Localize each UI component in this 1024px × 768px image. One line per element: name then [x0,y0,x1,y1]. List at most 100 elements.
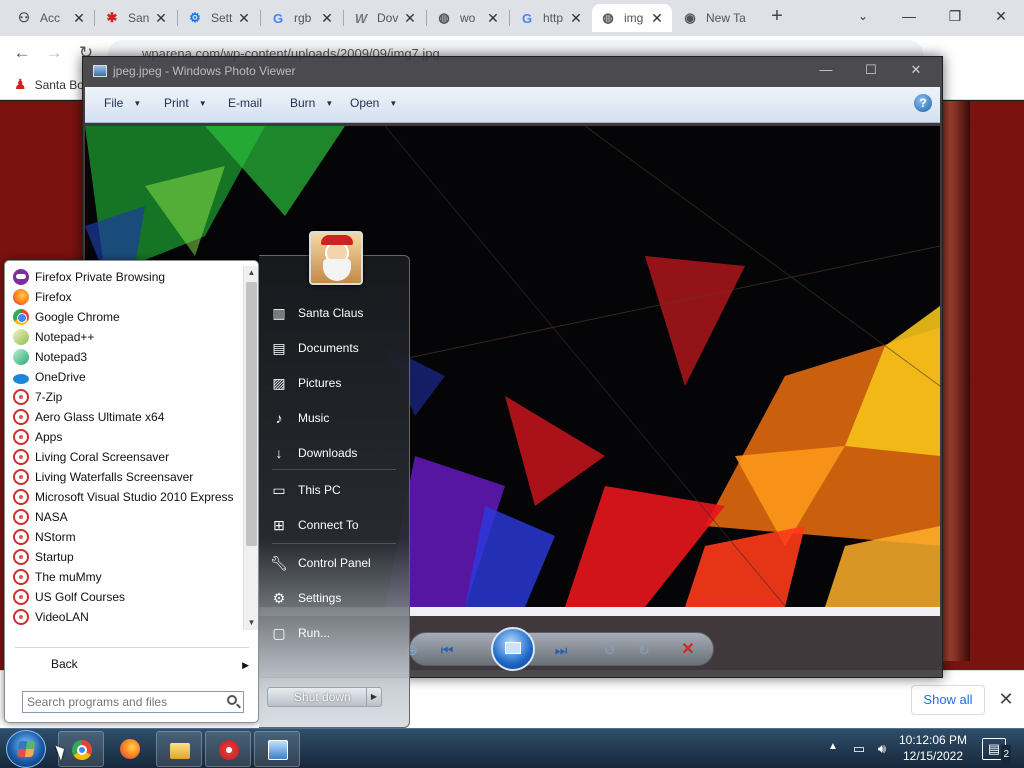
menu-file[interactable]: File ▼ [104,96,141,110]
scroll-down-icon[interactable]: ▼ [244,616,259,630]
tab-wordpress[interactable]: W Dov ✕ [345,4,425,32]
menu-email[interactable]: E-mail [228,96,262,110]
download-arrow-icon: ↓ [275,445,283,461]
link-settings[interactable]: ⚙ Settings [270,587,398,609]
link-music[interactable]: ♪ Music [270,407,398,429]
link-downloads[interactable]: ↓ Downloads [270,442,398,464]
tab-new-tab[interactable]: ◉ New Ta [674,4,760,32]
menu-print[interactable]: Print ▼ [164,96,207,110]
search-icon[interactable] [227,695,237,705]
pv-maximize-icon[interactable]: ☐ [855,61,887,79]
menu-burn[interactable]: Burn ▼ [290,96,333,110]
rotate-left-icon[interactable]: ↺ [600,641,620,659]
link-pictures[interactable]: ▨ Pictures [270,372,398,394]
minimize-icon[interactable]: — [886,4,932,30]
program-item[interactable]: Firefox [10,287,242,307]
program-item[interactable]: US Golf Courses [10,587,242,607]
rotate-right-icon[interactable]: ↻ [634,641,654,659]
program-item[interactable]: Startup [10,547,242,567]
taskbar-firefox[interactable] [107,731,153,767]
help-icon[interactable]: ? [914,94,932,112]
back-button[interactable]: Back ▶ [51,657,251,673]
next-icon[interactable]: ⏭ [551,641,571,659]
program-item[interactable]: The muMmy [10,567,242,587]
show-all-button[interactable]: Show all [911,685,985,715]
show-hidden-icons-icon[interactable]: ▲ [828,741,838,752]
notification-center-icon[interactable]: ▤ 2 [982,738,1011,765]
downloads-close-icon[interactable]: ✕ [996,689,1016,709]
tab-close-icon[interactable]: ✕ [320,10,334,27]
program-label: Notepad3 [35,350,88,364]
program-item[interactable]: Notepad3 [10,347,242,367]
program-item[interactable]: Firefox Private Browsing [10,267,242,287]
program-item[interactable]: Aero Glass Ultimate x64 [10,407,242,427]
tab-close-icon[interactable]: ✕ [237,10,251,27]
tab-globe[interactable]: ◍ wo ✕ [428,4,508,32]
program-item[interactable]: Living Coral Screensaver [10,447,242,467]
delete-icon[interactable]: ✕ [678,641,698,659]
tab-santa[interactable]: ✱ San ✕ [96,4,176,32]
avatar-hat [321,235,353,245]
tab-close-icon[interactable]: ✕ [154,10,168,27]
tab-close-icon[interactable]: ✕ [486,10,500,27]
tab-close-icon[interactable]: ✕ [569,10,583,27]
link-control-panel[interactable]: 🔧︎ Control Panel [270,552,398,574]
program-item[interactable]: Notepad++ [10,327,242,347]
link-santa-claus[interactable]: ▥ Santa Claus [270,302,398,324]
tab-rgb[interactable]: G rgb ✕ [262,4,342,32]
close-icon[interactable]: ✕ [978,4,1024,30]
volume-icon[interactable]: 🔊︎ [873,740,891,758]
program-item[interactable]: NStorm [10,527,242,547]
tab-close-icon[interactable]: ✕ [650,10,664,27]
program-item[interactable]: Living Waterfalls Screensaver [10,467,242,487]
link-connect-to[interactable]: ⊞ Connect To [270,514,398,536]
new-tab-plus-icon[interactable]: + [765,5,789,29]
scroll-up-icon[interactable]: ▲ [244,266,259,280]
program-item[interactable]: VideoLAN [10,607,242,627]
tab-close-icon[interactable]: ✕ [72,10,86,27]
tab-close-icon[interactable]: ✕ [403,10,417,27]
scroll-thumb[interactable] [246,282,257,546]
tab-separator [426,10,427,26]
shutdown-button[interactable]: Shut down [267,687,367,707]
back-arrow-icon[interactable]: ← [10,41,34,65]
tab-separator [343,10,344,26]
program-item[interactable]: Microsoft Visual Studio 2010 Express [10,487,242,507]
search-box[interactable] [22,691,244,713]
search-input[interactable] [23,692,213,712]
program-label: Notepad++ [35,330,95,344]
user-avatar[interactable] [309,231,363,285]
program-item[interactable]: Google Chrome [10,307,242,327]
system-clock[interactable]: 10:12:06 PM 12/15/2022 [893,732,973,764]
forward-arrow-icon[interactable]: → [42,41,66,65]
start-button[interactable] [6,730,46,768]
tab-img-active[interactable]: ◍ img ✕ [592,4,672,32]
program-item[interactable]: OneDrive [10,367,242,387]
tab-http[interactable]: G http ✕ [511,4,591,32]
menu-open[interactable]: Open ▼ [350,96,397,110]
slideshow-button[interactable] [491,627,535,671]
previous-icon[interactable]: ⏮ [437,641,457,659]
program-item[interactable]: NASA [10,507,242,527]
taskbar-flower-app[interactable] [205,731,251,767]
link-documents[interactable]: ▤ Documents [270,337,398,359]
taskbar-chrome[interactable] [58,731,104,767]
taskbar-photo-viewer[interactable] [254,731,300,767]
restore-icon[interactable]: ❐ [932,4,978,30]
link-label: Settings [298,591,342,605]
program-list-scrollbar[interactable]: ▲ ▼ [243,266,258,630]
network-icon[interactable]: ▭ [850,740,868,758]
bookmark-santa[interactable]: ♟ Santa Bo [14,76,84,93]
tab-settings[interactable]: ⚙ Sett ✕ [179,4,259,32]
pv-close-icon[interactable]: ✕ [900,61,932,79]
tab-account[interactable]: ⚇ Acc ✕ [8,4,94,32]
program-item[interactable]: 7-Zip [10,387,242,407]
taskbar-file-explorer[interactable] [156,731,202,767]
shutdown-options-arrow-icon[interactable]: ▶ [367,687,382,707]
pv-minimize-icon[interactable]: — [810,61,842,79]
link-this-pc[interactable]: ▭ This PC [270,479,398,501]
link-run[interactable]: ▢ Run... [270,622,398,644]
dropdown-arrow-icon: ▼ [325,98,334,108]
program-item[interactable]: Apps [10,427,242,447]
tab-search-chevron-icon[interactable]: ⌄ [840,4,886,30]
